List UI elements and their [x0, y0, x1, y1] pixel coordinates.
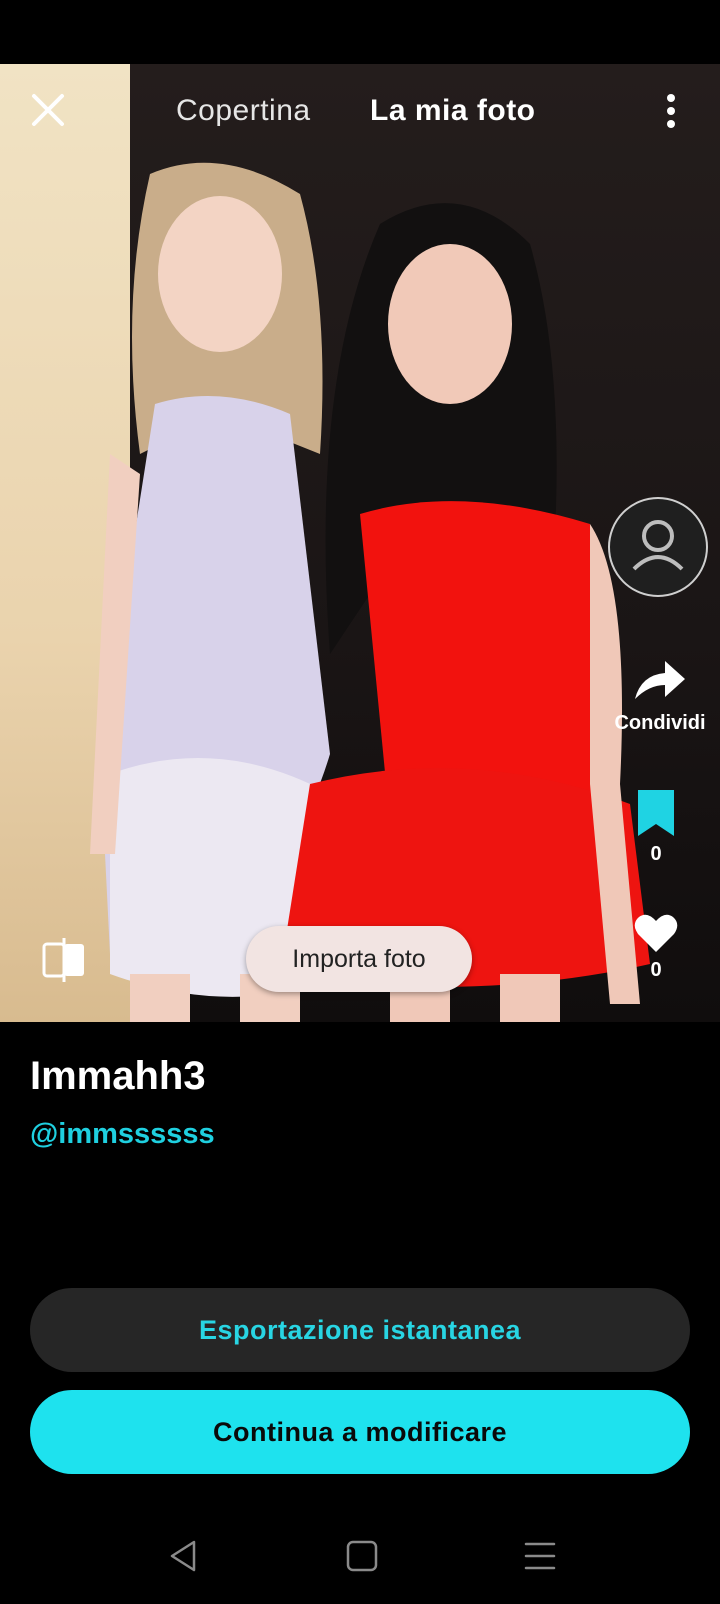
menu-nav-icon[interactable] — [518, 1534, 562, 1578]
like-count: 0 — [650, 959, 662, 981]
back-nav-icon[interactable] — [162, 1534, 206, 1578]
bookmark-action[interactable]: 0 — [626, 788, 686, 866]
continue-editing-button[interactable]: Continua a modificare — [30, 1390, 690, 1474]
user-name: Immahh3 — [30, 1054, 206, 1098]
share-label: Condividi — [614, 712, 706, 734]
person-right-illustration — [280, 203, 650, 1022]
instant-export-button[interactable]: Esportazione istantanea — [30, 1288, 690, 1372]
avatar[interactable] — [608, 497, 708, 597]
compare-icon[interactable] — [40, 938, 88, 982]
user-handle[interactable]: @immssssss — [30, 1118, 215, 1151]
tab-my-photo[interactable]: La mia foto — [370, 94, 536, 128]
top-bar: Copertina La mia foto — [0, 64, 720, 160]
import-photo-button[interactable]: Importa foto — [246, 926, 472, 992]
bookmark-count: 0 — [650, 843, 662, 865]
share-arrow-icon — [635, 661, 685, 699]
like-action[interactable]: 0 — [626, 912, 686, 982]
home-nav-icon[interactable] — [340, 1534, 384, 1578]
heart-icon — [634, 914, 678, 952]
share-action[interactable]: Condividi — [600, 655, 720, 735]
system-nav-bar — [0, 1510, 720, 1604]
more-vertical-icon[interactable] — [650, 90, 692, 132]
tab-cover[interactable]: Copertina — [176, 94, 311, 128]
user-placeholder-icon — [632, 520, 684, 571]
bookmark-icon — [638, 790, 674, 836]
close-icon[interactable] — [24, 86, 72, 134]
